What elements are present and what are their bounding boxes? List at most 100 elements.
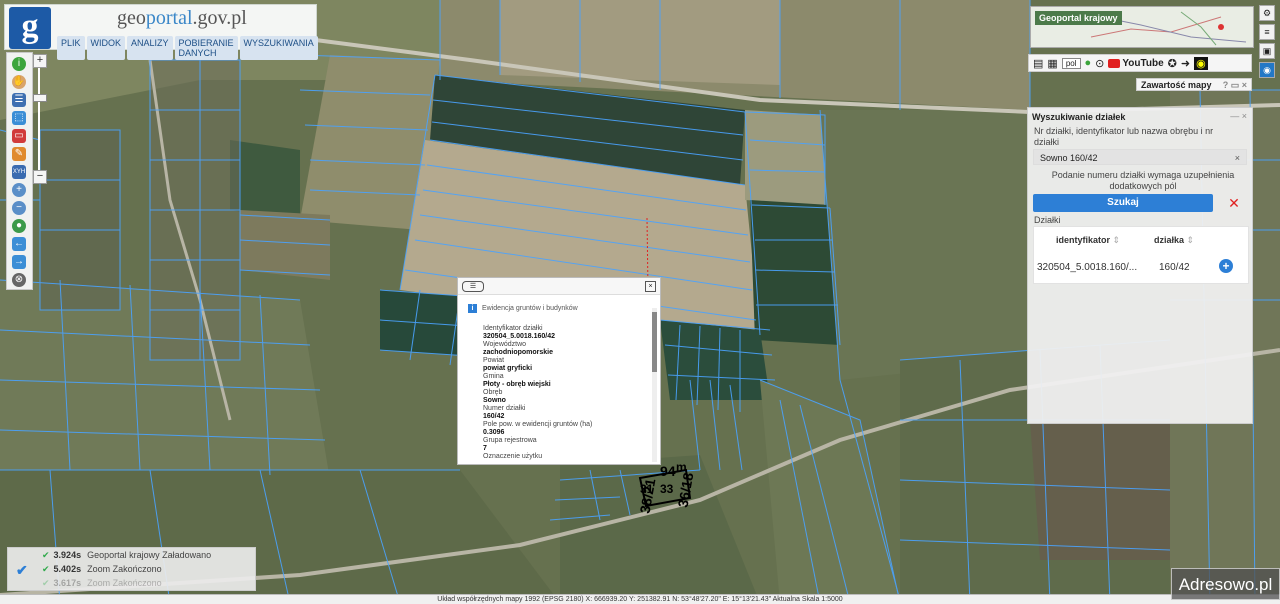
field-label: Powiat (483, 357, 505, 364)
log-source: Zoom (87, 578, 111, 588)
panel-description: Nr działki, identyfikator lub nazwa obrę… (1034, 126, 1214, 147)
field-label: Identyfikator działki (483, 325, 543, 332)
column-header-label: działka (1154, 235, 1185, 245)
site-name-part: portal (145, 7, 193, 29)
log-status: Zakończono (112, 564, 162, 574)
log-time: 5.402s (53, 564, 82, 574)
ok-icon: ✔ (42, 550, 50, 560)
grid-icon[interactable]: ▦ (1047, 57, 1057, 70)
log-time: 3.924s (53, 550, 82, 560)
sort-icon: ⇕ (1186, 235, 1195, 245)
field-value: Sowno (483, 397, 506, 404)
zoom-out-button[interactable]: − (33, 170, 47, 184)
column-header-label: identyfikator (1056, 235, 1111, 245)
field-label: Numer działki (483, 405, 526, 412)
column-header[interactable]: identyfikator ⇕ (1056, 235, 1120, 246)
search-button[interactable]: Szukaj (1033, 194, 1213, 212)
help-icon[interactable]: ● (1085, 57, 1092, 69)
menu-pobieranie-danych[interactable]: POBIERANIE DANYCH (174, 36, 238, 60)
settings-icon[interactable]: ⊙ (1095, 57, 1104, 70)
popup-section-label: Ewidencja gruntów i budynków (482, 305, 578, 312)
visibility-icon[interactable]: ◉ (1259, 62, 1275, 78)
pan-hand-icon[interactable]: ✋ (12, 75, 26, 89)
layers-icon[interactable]: ☰ (12, 93, 26, 107)
panel-window-icon[interactable]: — × (1230, 111, 1247, 121)
load-log: ✔ ✔ 3.924s Geoportal krajowy Załadowano ✔ 5… (7, 547, 256, 591)
log-status: Zakończono (112, 578, 162, 588)
zoom-in-icon[interactable]: + (12, 183, 26, 197)
parcel-search-input[interactable]: Sowno 160/42 × (1033, 149, 1247, 165)
field-value: 0.3096 (483, 429, 505, 436)
parcel-label: m (676, 460, 687, 474)
youtube-link[interactable]: YouTube (1108, 57, 1164, 69)
select-icon[interactable]: ⬚ (12, 111, 26, 125)
popup-close-icon[interactable]: × (645, 281, 656, 292)
overview-minimap[interactable]: Geoportal krajowy (1030, 6, 1254, 48)
field-label: Województwo (483, 341, 527, 348)
site-name-part: .gov.pl (192, 7, 247, 29)
cell-dzialka: 160/42 (1159, 262, 1190, 273)
zoom-out-icon[interactable]: − (12, 201, 26, 215)
field-label: Oznaczenie użytku (483, 453, 543, 460)
map-content-label: Zawartość mapy (1141, 80, 1212, 90)
parcel-label: 33 (660, 482, 674, 496)
main-menu: PLIK WIDOK ANALIZY POBIERANIE DANYCH WYS… (57, 36, 318, 60)
check-icon[interactable]: ✔ (16, 562, 28, 579)
menu-widok[interactable]: WIDOK (86, 36, 126, 60)
youtube-icon (1108, 58, 1121, 68)
menu-wyszukiwania[interactable]: WYSZUKIWANIA (239, 36, 318, 60)
zoom-in-button[interactable]: + (33, 54, 47, 68)
panel-controls-icon[interactable]: ? ▭ × (1223, 79, 1247, 92)
clear-button[interactable]: ✕ (1224, 194, 1244, 212)
info-icon: i (468, 304, 477, 313)
pencil-icon[interactable]: ✎ (12, 147, 26, 161)
field-value: Płoty - obręb wiejski (483, 381, 551, 388)
cursor-icon[interactable]: ➜ (1181, 57, 1190, 70)
forward-arrow-icon[interactable]: → (12, 255, 26, 269)
globe-icon[interactable]: ● (12, 219, 26, 233)
scroll-thumb[interactable] (652, 312, 657, 372)
field-value: zachodniopomorskie (483, 349, 554, 356)
popup-scrollbar[interactable] (652, 308, 657, 462)
log-source: Geoportal krajowy (87, 550, 160, 560)
field-label: Grupa rejestrowa (483, 437, 537, 444)
field-value: 320504_5.0018.160/42 (483, 333, 556, 340)
popup-menu-icon[interactable]: ☰ (462, 281, 484, 292)
menu-plik[interactable]: PLIK (57, 36, 85, 60)
geoportal-logo[interactable]: g (9, 7, 51, 49)
search-input-value: Sowno 160/42 (1040, 153, 1098, 163)
xyh-icon[interactable]: XYH (12, 165, 26, 179)
tools-icon[interactable]: ⚙ (1259, 5, 1275, 21)
info-icon[interactable]: i (12, 57, 26, 71)
results-label: Działki (1034, 215, 1061, 225)
popup-fields: Identyfikator działki 320504_5.0018.160/… (483, 325, 643, 461)
locate-icon[interactable]: ⊗ (12, 273, 26, 287)
clear-input-icon[interactable]: × (1235, 150, 1240, 166)
panel-note: Podanie numeru działki wymaga uzupełnien… (1051, 170, 1235, 191)
zoom-slider[interactable]: + − (33, 54, 47, 184)
list-icon[interactable]: ≡ (1259, 24, 1275, 40)
log-row: ✔ 3.924s Geoportal krajowy Załadowano (42, 550, 211, 561)
column-header[interactable]: działka ⇕ (1154, 235, 1194, 246)
map-icon[interactable]: ▣ (1259, 43, 1275, 59)
zoom-track (38, 66, 40, 174)
back-arrow-icon[interactable]: ← (12, 237, 26, 251)
map-content-panel[interactable]: Zawartość mapy ? ▭ × (1136, 78, 1252, 91)
site-name: geoportal.gov.pl (117, 7, 247, 30)
add-result-icon[interactable]: + (1219, 259, 1233, 273)
parcel-label: 94 (660, 463, 676, 479)
zoom-handle[interactable] (33, 94, 47, 102)
accessibility-icon[interactable]: ✪ (1168, 57, 1177, 70)
eye-icon[interactable]: ◉ (1194, 56, 1208, 70)
language-select[interactable]: pol (1061, 57, 1081, 69)
youtube-label: YouTube (1122, 57, 1164, 69)
ok-icon: ✔ (42, 578, 50, 588)
log-source: Zoom (87, 564, 111, 574)
watermark: Adresowo.pl (1171, 568, 1280, 600)
menu-analizy[interactable]: ANALIZY (127, 36, 173, 60)
print-icon[interactable]: ▤ (1033, 57, 1043, 70)
parcel-search-panel: Wyszukiwanie działek — × Nr działki, ide… (1027, 107, 1253, 424)
minimap-label: Geoportal krajowy (1035, 11, 1122, 25)
popup-header: ☰ × (458, 278, 660, 295)
measure-icon[interactable]: ▭ (12, 129, 26, 143)
